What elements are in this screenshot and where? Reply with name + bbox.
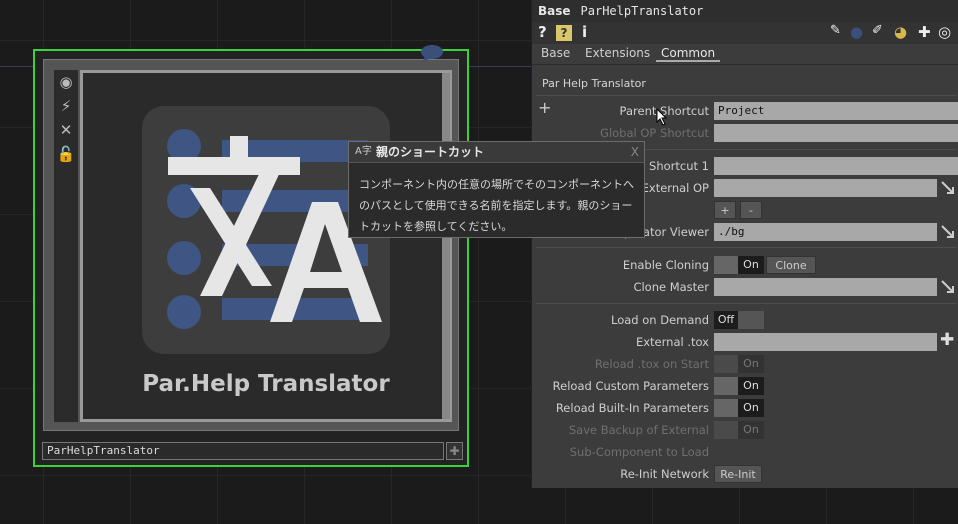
mouse-cursor-icon — [656, 108, 668, 126]
save-backup-toggle[interactable]: On — [714, 421, 764, 439]
external-op-field[interactable] — [714, 179, 937, 197]
node-viewer-toolbar: ◉ ⚡ ✕ 🔓 — [54, 70, 78, 422]
reload-custom-toggle[interactable]: On — [714, 377, 764, 395]
load-on-demand-toggle[interactable]: Off — [714, 311, 764, 329]
node-flag-button[interactable]: ✚ — [446, 442, 463, 460]
logo-title: Par.Help Translator — [142, 371, 390, 397]
param-label: Save Backup of External — [568, 423, 709, 437]
param-label: Clone Master — [633, 280, 709, 294]
toggle-label: Off — [714, 311, 738, 329]
divider — [536, 95, 956, 96]
param-label: Reload .tox on Start — [594, 357, 709, 371]
help-icon[interactable]: ? — [538, 23, 547, 41]
viewer-active-icon[interactable]: ◉ — [54, 70, 78, 94]
parameter-panel: Base ParHelpTranslator ? ? i ✎ ● ✐ ◕ ✚ ◎ … — [531, 0, 958, 488]
operator-viewer-field[interactable]: ./bg — [714, 223, 937, 241]
tooltip-body: コンポーネント内の任意の場所でそのコンポーネントへのパスとして使用できる名前を指… — [359, 178, 634, 233]
parent-shortcut-field[interactable]: Project — [714, 102, 958, 120]
param-parent-shortcut: Parent Shortcut Project — [532, 102, 958, 122]
toggle-label: On — [738, 421, 764, 439]
reinit-button[interactable]: Re-Init — [714, 465, 762, 483]
file-browse-icon[interactable]: ✚ — [940, 330, 954, 350]
comment-toggle-icon[interactable]: ● — [850, 23, 863, 41]
drag-reference-icon[interactable] — [939, 278, 957, 296]
lock-icon[interactable]: 🔓 — [54, 142, 78, 166]
param-clone-master: Clone Master — [532, 278, 958, 298]
clone-master-field[interactable] — [714, 278, 937, 296]
python-help-icon[interactable]: ? — [556, 25, 572, 41]
reload-tox-toggle[interactable]: On — [714, 355, 764, 373]
param-subcomponent: Sub-Component to Load — [532, 443, 958, 463]
clone-button[interactable]: Clone — [766, 256, 816, 274]
tab-base[interactable]: Base — [536, 46, 575, 60]
param-reload-tox-on-start: Reload .tox on Start On — [532, 355, 958, 375]
toggle-label: On — [738, 377, 764, 395]
enable-cloning-toggle[interactable]: On — [714, 256, 764, 274]
page-tabs: Base Extensions Common — [532, 44, 958, 65]
param-label: Re-Init Network — [620, 467, 709, 481]
toggle-label: On — [738, 256, 764, 274]
param-label: Reload Built-In Parameters — [555, 401, 709, 415]
node-name-field[interactable]: ParHelpTranslator — [42, 442, 444, 460]
seq-add-button[interactable]: + — [714, 201, 736, 219]
bypass-icon[interactable]: ✕ — [54, 118, 78, 142]
toggle-label: On — [738, 355, 764, 373]
param-external-tox: External .tox ✚ — [532, 330, 958, 353]
target-icon[interactable]: ◎ — [938, 23, 951, 41]
translate-icon: A字 — [355, 146, 372, 157]
op-type: Base — [538, 4, 571, 18]
seq-remove-button[interactable]: - — [740, 201, 762, 219]
tooltip-title: 親のショートカット — [376, 145, 485, 159]
param-label: Sub-Component to Load — [569, 445, 709, 459]
param-label: Global OP Shortcut — [600, 126, 709, 140]
custom-page-name[interactable]: Par Help Translator — [542, 77, 646, 90]
param-reload-custom: Reload Custom Parameters On — [532, 377, 958, 397]
node-viewer[interactable]: Par.Help Translator — [80, 70, 452, 422]
shortcut1-field[interactable] — [714, 157, 958, 175]
tooltip-header: A字 親のショートカット X — [349, 142, 644, 163]
drag-reference-icon[interactable] — [939, 179, 957, 197]
viewer-scrollbar[interactable] — [442, 73, 450, 419]
global-op-shortcut-field[interactable] — [714, 124, 958, 142]
notes-icon[interactable]: ✐ — [872, 23, 883, 38]
info-icon[interactable]: i — [582, 23, 587, 41]
parameter-help-tooltip: A字 親のショートカット X コンポーネント内の任意の場所でそのコンポーネントへ… — [348, 141, 645, 238]
python-icon[interactable]: ◕ — [894, 23, 907, 41]
param-enable-cloning: Enable Cloning On Clone — [532, 256, 958, 276]
tab-common[interactable]: Common — [656, 46, 721, 62]
param-reinit-network: Re-Init Network Re-Init — [532, 465, 958, 485]
add-icon[interactable]: ✚ — [918, 23, 931, 41]
param-label: Shortcut 1 — [649, 159, 709, 173]
tooltip-close-button[interactable]: X — [631, 142, 639, 162]
component-node[interactable]: ◉ ⚡ ✕ 🔓 Par.Help Translator ParHelpTrans… — [33, 49, 469, 467]
edit-icon[interactable]: ✎ — [830, 23, 841, 38]
param-label: Enable Cloning — [622, 258, 709, 272]
op-name[interactable]: ParHelpTranslator — [581, 4, 704, 18]
comment-icon[interactable] — [419, 44, 445, 65]
panel-title-bar: Base ParHelpTranslator — [532, 0, 958, 22]
drag-reference-icon[interactable] — [939, 223, 957, 241]
param-reload-builtin: Reload Built-In Parameters On — [532, 399, 958, 419]
reload-builtin-toggle[interactable]: On — [714, 399, 764, 417]
param-load-on-demand: Load on Demand Off — [532, 311, 958, 331]
param-label: External .tox — [635, 335, 709, 349]
param-save-backup: Save Backup of External On — [532, 421, 958, 441]
node-body: ◉ ⚡ ✕ 🔓 Par.Help Translator — [43, 59, 459, 431]
panel-icon-bar: ? ? i ✎ ● ✐ ◕ ✚ ◎ — [532, 22, 958, 44]
toggle-label: On — [738, 399, 764, 417]
divider — [536, 303, 956, 304]
external-tox-field[interactable] — [714, 333, 937, 351]
param-label: Load on Demand — [611, 313, 709, 327]
cook-icon[interactable]: ⚡ — [54, 94, 78, 118]
divider — [536, 247, 956, 248]
param-label: Reload Custom Parameters — [552, 379, 709, 393]
param-label: External OP — [641, 181, 709, 195]
tab-extensions[interactable]: Extensions — [580, 46, 655, 60]
